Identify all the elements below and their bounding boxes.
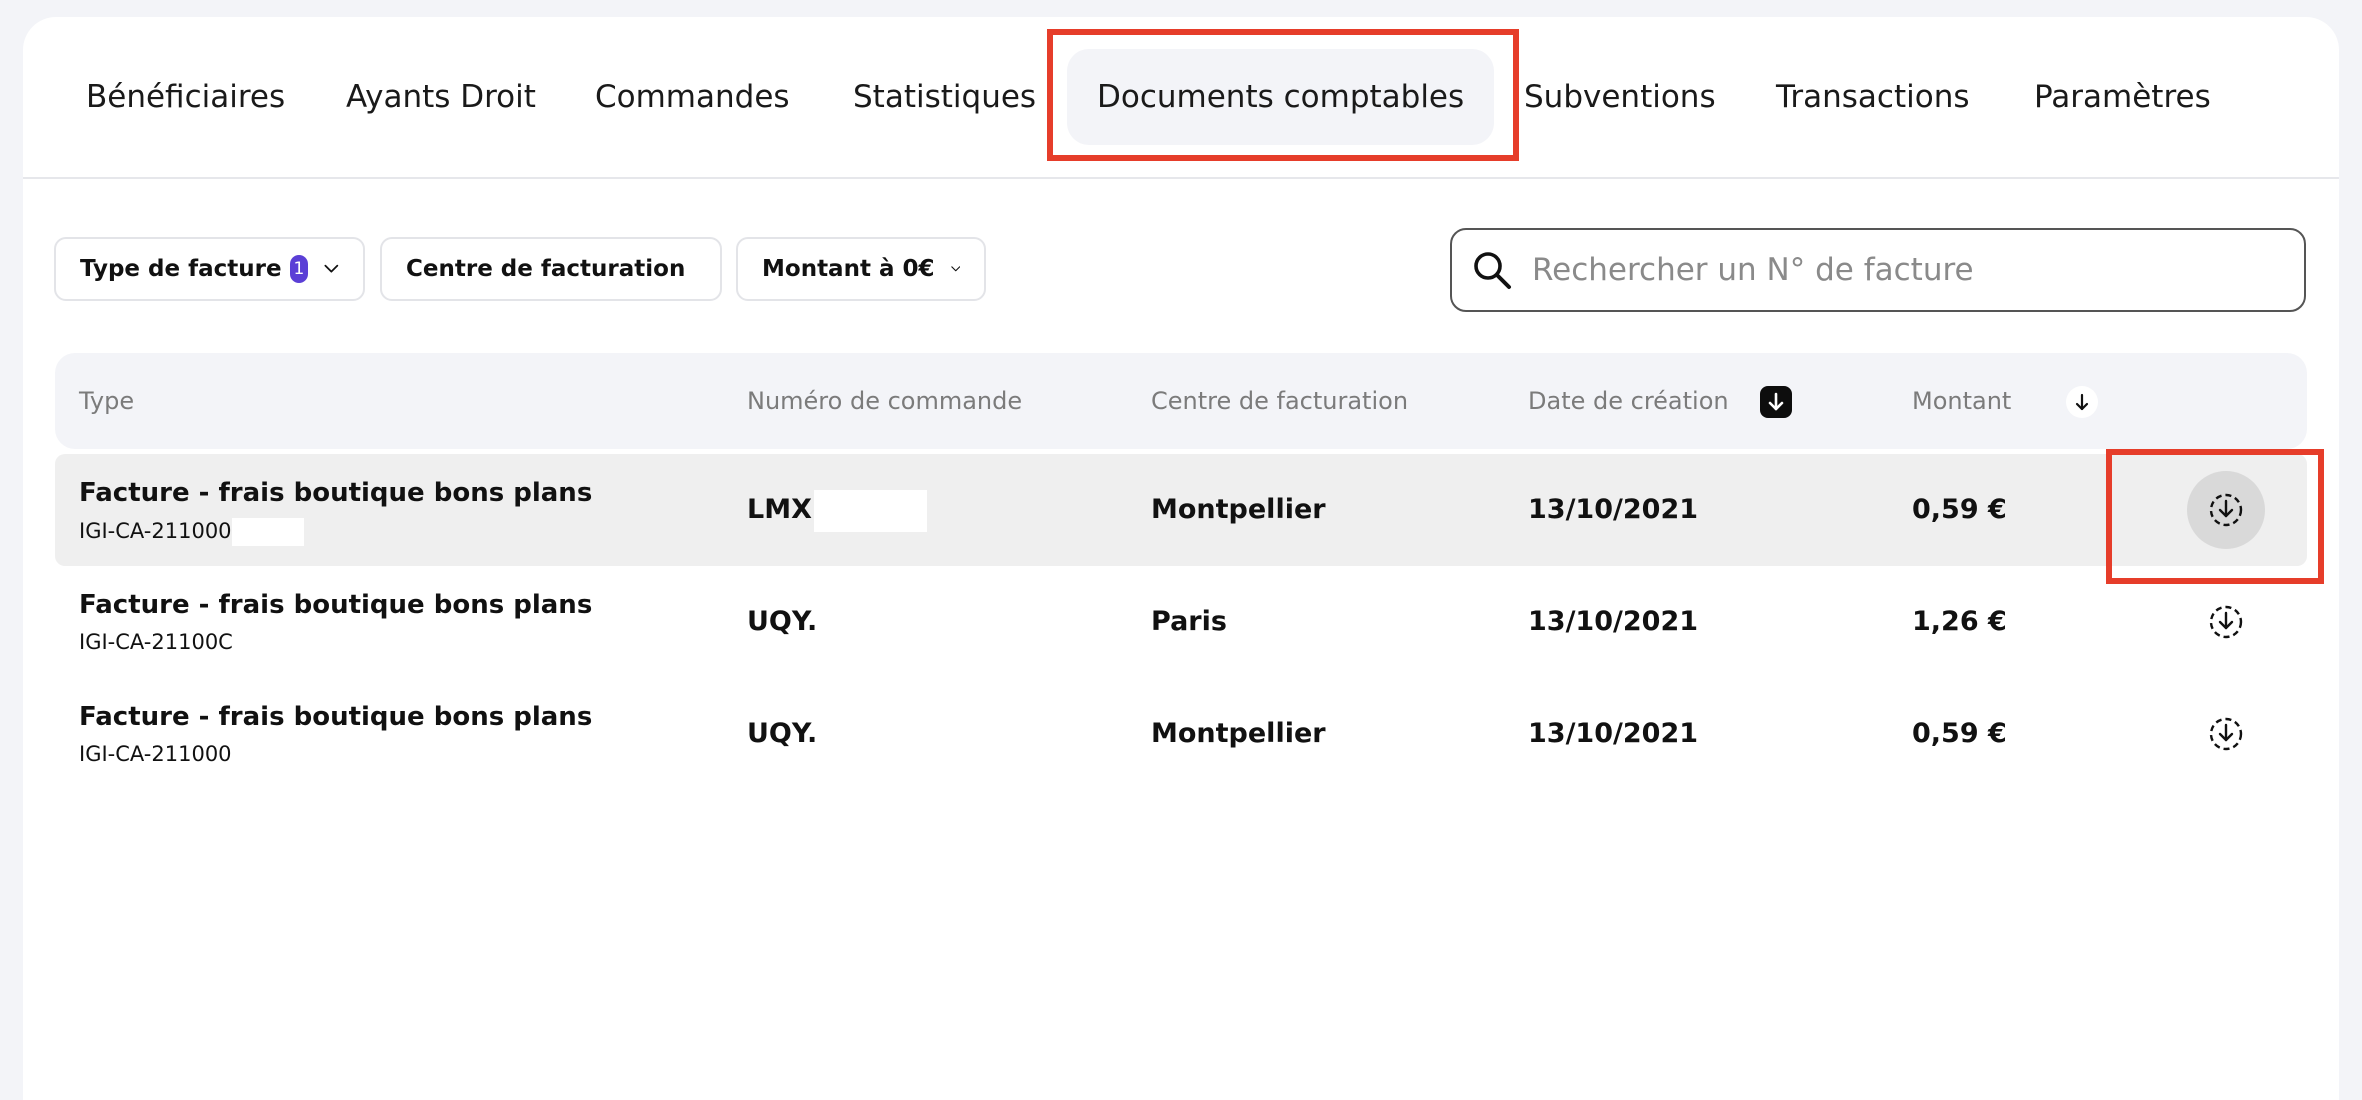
table-row[interactable]: Facture - frais boutique bons plans IGI-… (55, 566, 2307, 678)
billing-center-filter[interactable]: Centre de facturation (380, 237, 722, 301)
arrow-down-icon (1768, 392, 1784, 411)
invoice-type: Facture - frais boutique bons plans (79, 478, 593, 508)
invoice-type-filter-label: Type de facture (80, 256, 282, 282)
billing-center: Paris (1151, 606, 1227, 637)
invoice-reference: IGI-CA-211000 (79, 518, 304, 546)
search-input[interactable] (1530, 251, 2294, 289)
invoice-reference: IGI-CA-21100C (79, 630, 233, 654)
tab-subventions[interactable]: Subventions (1524, 49, 1716, 145)
download-button[interactable] (2187, 583, 2265, 661)
download-icon (2209, 605, 2243, 639)
tab-statistiques[interactable]: Statistiques (853, 49, 1036, 145)
tab-ayants-droit[interactable]: Ayants Droit (346, 49, 536, 145)
billing-center: Montpellier (1151, 494, 1326, 525)
amount: 1,26 € (1912, 606, 2007, 637)
table-row[interactable]: Facture - frais boutique bons plans IGI-… (55, 678, 2307, 790)
invoice-reference: IGI-CA-211000 (79, 742, 232, 766)
amount: 0,59 € (1912, 494, 2007, 525)
filter-count-badge: 1 (289, 255, 309, 283)
main-card: Bénéficiaires Ayants Droit Commandes Sta… (23, 17, 2339, 1100)
column-header-order-number: Numéro de commande (747, 387, 1023, 415)
tab-transactions[interactable]: Transactions (1776, 49, 1970, 145)
column-header-billing-center: Centre de facturation (1151, 387, 1409, 415)
download-icon (2209, 717, 2243, 751)
order-number: UQY. (747, 606, 818, 637)
tab-parametres[interactable]: Paramètres (2034, 49, 2211, 145)
order-number: LMX (747, 454, 927, 566)
invoice-type: Facture - frais boutique bons plans (79, 590, 593, 620)
billing-center-filter-label: Centre de facturation (406, 256, 686, 282)
sort-amount-button[interactable] (2066, 386, 2098, 418)
search-icon (1474, 252, 1511, 289)
download-button[interactable] (2187, 471, 2265, 549)
chevron-down-icon (324, 264, 339, 273)
chevron-down-icon (950, 266, 960, 272)
table-row[interactable]: Facture - frais boutique bons plans IGI-… (55, 454, 2307, 566)
table-header: Type Numéro de commande Centre de factur… (55, 353, 2307, 449)
column-header-created-date: Date de création (1528, 387, 1729, 415)
column-header-amount: Montant (1912, 387, 2012, 415)
created-date: 13/10/2021 (1528, 494, 1699, 525)
order-number: UQY. (747, 718, 818, 749)
search-box[interactable] (1450, 228, 2306, 312)
sort-date-button[interactable] (1760, 386, 1792, 418)
download-button[interactable] (2187, 695, 2265, 773)
amount: 0,59 € (1912, 718, 2007, 749)
tab-beneficiaires[interactable]: Bénéficiaires (86, 49, 285, 145)
download-icon (2209, 493, 2243, 527)
tab-bar: Bénéficiaires Ayants Droit Commandes Sta… (23, 17, 2339, 179)
created-date: 13/10/2021 (1528, 718, 1699, 749)
created-date: 13/10/2021 (1528, 606, 1699, 637)
tab-documents-comptables[interactable]: Documents comptables (1067, 49, 1495, 145)
invoice-type: Facture - frais boutique bons plans (79, 702, 593, 732)
invoice-type-filter[interactable]: Type de facture 1 (54, 237, 365, 301)
amount-filter-label: Montant à 0€ (762, 256, 935, 282)
column-header-type: Type (79, 387, 135, 415)
tab-commandes[interactable]: Commandes (595, 49, 790, 145)
amount-filter[interactable]: Montant à 0€ (736, 237, 986, 301)
billing-center: Montpellier (1151, 718, 1326, 749)
arrow-down-icon (2075, 393, 2089, 411)
